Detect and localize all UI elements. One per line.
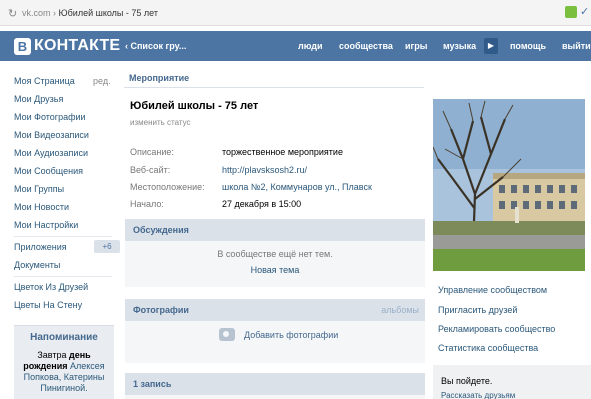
- nav-people[interactable]: люди: [298, 41, 323, 51]
- albums-link[interactable]: альбомы: [381, 305, 419, 315]
- add-photos-link[interactable]: Добавить фотографии: [244, 330, 338, 340]
- nav-music[interactable]: музыка: [443, 41, 476, 51]
- sidebar-item-flowers-on-wall[interactable]: Цветы На Стену: [14, 300, 82, 310]
- apps-count-badge[interactable]: +6: [94, 240, 120, 253]
- sidebar-item-photos[interactable]: Мои Фотографии: [14, 112, 86, 122]
- sidebar-divider: [14, 236, 112, 237]
- photos-title: Фотографии: [133, 305, 189, 315]
- sidebar-item-documents[interactable]: Документы: [14, 260, 60, 270]
- group-photo[interactable]: [433, 99, 585, 271]
- play-icon[interactable]: ▶: [484, 38, 498, 54]
- sidebar-item-settings[interactable]: Мои Настройки: [14, 220, 78, 230]
- url-page-title: Юбилей школы - 75 лет: [58, 8, 158, 18]
- reminder-prefix: Завтра: [37, 350, 69, 360]
- site-header: В КОНТАКТЕ ‹ Список гру... люди сообщест…: [0, 31, 591, 61]
- wall-count: 1 запись: [133, 379, 172, 389]
- back-to-groups-link[interactable]: ‹ Список гру...: [125, 41, 186, 51]
- sidebar-item-groups[interactable]: Мои Группы: [14, 184, 64, 194]
- sidebar-item-flower-from-friends[interactable]: Цветок Из Друзей: [14, 282, 88, 292]
- attendance-status: Вы пойдете.: [441, 376, 493, 386]
- info-value-location-link[interactable]: школа №2, Коммунаров ул., Плавск: [222, 182, 372, 192]
- advertise-community-link[interactable]: Рекламировать сообщество: [438, 324, 555, 334]
- community-stats-link[interactable]: Статистика сообщества: [438, 343, 538, 353]
- sidebar-item-friends[interactable]: Мои Друзья: [14, 94, 63, 104]
- sidebar-item-messages[interactable]: Мои Сообщения: [14, 166, 83, 176]
- sidebar-item-my-page[interactable]: Моя Страница: [14, 76, 75, 86]
- info-key-website: Веб-сайт:: [130, 165, 171, 175]
- discussions-empty-text: В сообществе ещё нет тем.: [217, 249, 333, 259]
- url-text[interactable]: vk.com › Юбилей школы - 75 лет: [22, 8, 158, 18]
- sidebar-item-audio[interactable]: Мои Аудиозаписи: [14, 148, 88, 158]
- logo-letter: В: [14, 37, 31, 55]
- discussions-title: Обсуждения: [133, 225, 189, 235]
- sidebar-item-news[interactable]: Мои Новости: [14, 202, 69, 212]
- wall-header[interactable]: 1 запись: [125, 373, 425, 395]
- discussions-block: Обсуждения В сообществе ещё нет тем. Нов…: [125, 219, 425, 287]
- nav-help[interactable]: помощь: [510, 41, 546, 51]
- attendance-box: Вы пойдете. Рассказать друзьям: [433, 365, 591, 399]
- breadcrumb-label: Мероприятие: [129, 73, 190, 83]
- invite-friends-link[interactable]: Пригласить друзей: [438, 305, 517, 315]
- reminder-text: Завтра день рождения Алексея Попкова, Ка…: [20, 350, 108, 394]
- school-photo-image: [433, 99, 585, 271]
- breadcrumb: Мероприятие: [124, 68, 424, 88]
- camera-icon[interactable]: [219, 328, 235, 341]
- info-value-website-link[interactable]: http://plavsksosh2.ru/: [222, 165, 307, 175]
- info-key-start: Начало:: [130, 199, 164, 209]
- nav-communities[interactable]: сообщества: [339, 41, 393, 51]
- browser-address-bar[interactable]: ↻ vk.com › Юбилей школы - 75 лет ✓: [0, 0, 591, 26]
- sidebar-item-videos[interactable]: Мои Видеозаписи: [14, 130, 89, 140]
- sidebar-edit-link[interactable]: ред.: [93, 76, 111, 86]
- group-title: Юбилей школы - 75 лет: [130, 100, 259, 112]
- logo-text: КОНТАКТЕ: [34, 37, 121, 54]
- photos-block: Фотографии альбомы Добавить фотографии: [125, 299, 425, 363]
- info-value-start: 27 декабря в 15:00: [222, 199, 302, 209]
- birthday-reminder: Напоминание Завтра день рождения Алексея…: [14, 325, 114, 399]
- reminder-title: Напоминание: [30, 332, 98, 343]
- sidebar-item-apps[interactable]: Приложения: [14, 242, 67, 252]
- change-status-link[interactable]: изменить статус: [130, 118, 191, 127]
- new-topic-link[interactable]: Новая тема: [125, 265, 425, 275]
- check-icon[interactable]: ✓: [580, 5, 589, 18]
- info-value-description: торжественное мероприятие: [222, 147, 343, 157]
- nav-games[interactable]: игры: [405, 41, 427, 51]
- info-key-location: Местоположение:: [130, 182, 205, 192]
- vk-logo[interactable]: В КОНТАКТЕ: [14, 36, 120, 56]
- url-separator: ›: [53, 8, 57, 18]
- manage-community-link[interactable]: Управление сообществом: [438, 285, 547, 295]
- sidebar-divider: [14, 276, 112, 277]
- photos-header[interactable]: Фотографии альбомы: [125, 299, 425, 321]
- reload-icon[interactable]: ↻: [8, 7, 17, 20]
- tell-friends-link[interactable]: Рассказать друзьям: [441, 391, 515, 399]
- info-key-description: Описание:: [130, 147, 174, 157]
- wall-block: 1 запись: [125, 373, 425, 399]
- nav-logout[interactable]: выйти: [562, 41, 591, 51]
- url-domain: vk.com: [22, 8, 51, 18]
- discussions-header[interactable]: Обсуждения: [125, 219, 425, 241]
- extension-icon[interactable]: [565, 6, 577, 18]
